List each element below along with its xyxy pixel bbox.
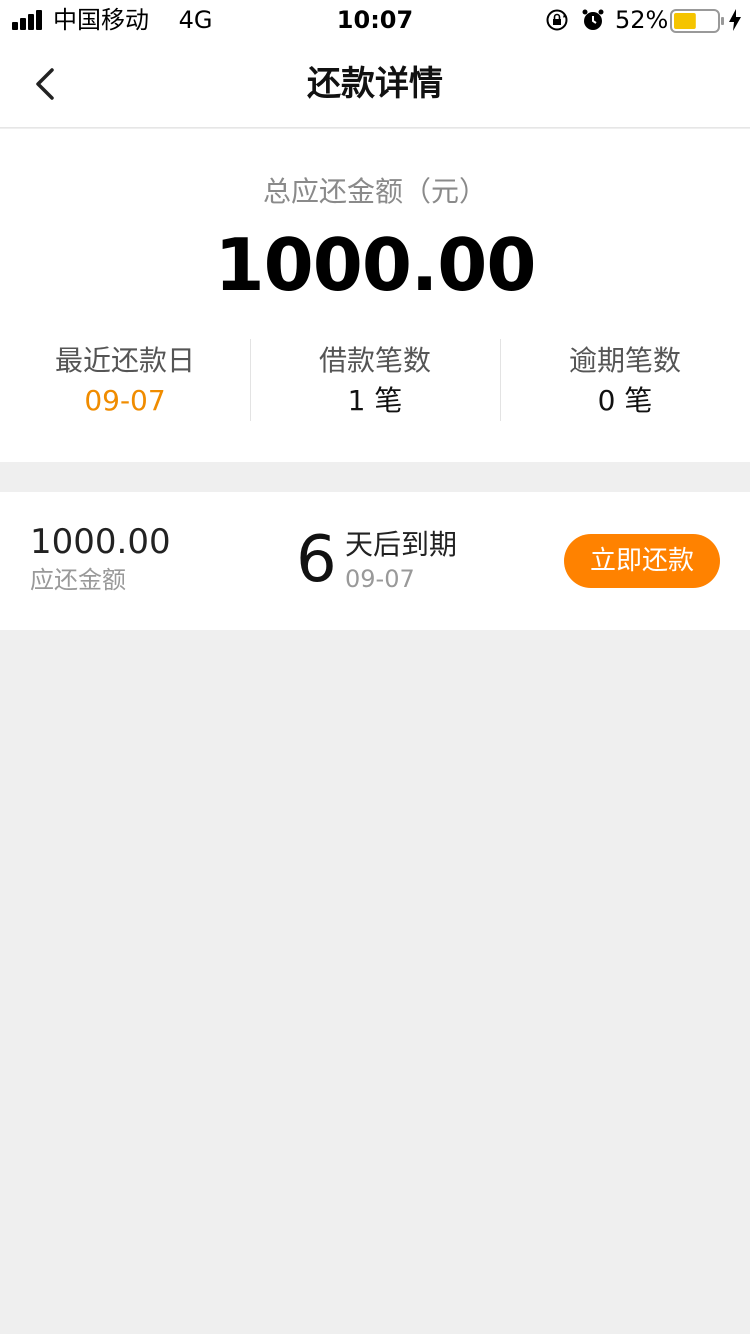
page-title: 还款详情 — [307, 64, 443, 104]
repayment-summary: 总应还金额（元） 1000.00 最近还款日 09-07 借款笔数 1 笔 逾期… — [0, 129, 750, 462]
total-amount-label: 总应还金额（元） — [262, 175, 487, 208]
repay-now-button[interactable]: 立即还款 — [564, 534, 720, 588]
bill-item: 1000.00 应还金额 6 天后到期 09-07 立即还款 — [0, 492, 750, 630]
stat-label: 逾期笔数 — [568, 344, 681, 377]
total-amount-value: 1000.00 — [214, 223, 537, 307]
status-bar: 中国移动 4G 10:07 52% — [0, 0, 750, 40]
battery-icon — [670, 9, 724, 33]
bill-amount: 1000.00 — [30, 522, 171, 562]
stat-label: 借款笔数 — [318, 344, 431, 377]
due-date: 09-07 — [345, 565, 415, 593]
navigation-bar: 还款详情 — [0, 40, 750, 128]
battery-fill — [674, 13, 696, 29]
bill-amount-label: 应还金额 — [30, 566, 126, 594]
stat-value: 1 笔 — [347, 384, 403, 417]
alarm-icon — [582, 9, 604, 30]
charging-bolt-icon — [729, 9, 741, 31]
rotation-lock-icon — [546, 9, 568, 31]
stat-value: 09-07 — [84, 384, 166, 417]
battery-percentage: 52% — [615, 6, 669, 34]
stat-overdue-count: 逾期笔数 0 笔 — [500, 339, 750, 429]
stat-recent-due-date: 最近还款日 09-07 — [0, 339, 250, 429]
stat-loan-count: 借款笔数 1 笔 — [250, 339, 500, 429]
days-remaining: 6 — [296, 523, 337, 597]
days-remaining-label: 天后到期 — [345, 528, 458, 561]
stat-value: 0 笔 — [597, 384, 653, 417]
stat-label: 最近还款日 — [54, 344, 195, 377]
